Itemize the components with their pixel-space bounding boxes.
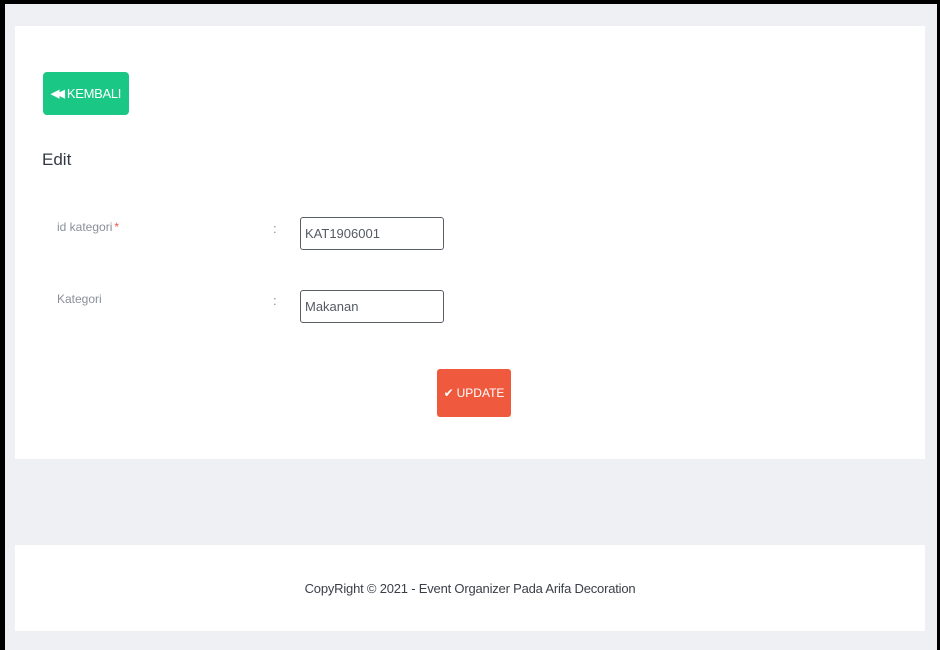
kategori-label-text: Kategori <box>57 292 102 306</box>
field-separator: : <box>273 293 277 308</box>
update-button-label: UPDATE <box>456 386 505 400</box>
required-marker: * <box>114 220 120 234</box>
checkmark-icon: ✔ <box>443 386 454 400</box>
update-button[interactable]: ✔ UPDATE <box>437 369 511 417</box>
double-chevron-left-icon: ◀◀ <box>50 88 65 100</box>
kategori-label: Kategori <box>57 292 102 306</box>
kategori-input[interactable] <box>300 290 444 323</box>
page-title: Edit <box>42 150 72 169</box>
id-kategori-input[interactable] <box>300 217 444 250</box>
id-kategori-label-text: id kategori <box>57 220 113 234</box>
edit-card: ◀◀ KEMBALI Edit id kategori* : Kategori … <box>15 26 925 459</box>
field-separator: : <box>273 221 277 236</box>
back-button[interactable]: ◀◀ KEMBALI <box>43 72 129 115</box>
back-button-label: KEMBALI <box>66 86 122 101</box>
app-frame: ◀◀ KEMBALI Edit id kategori* : Kategori … <box>0 0 940 650</box>
footer: CopyRight © 2021 - Event Organizer Pada … <box>15 545 925 631</box>
copyright-text: CopyRight © 2021 - Event Organizer Pada … <box>304 580 636 596</box>
id-kategori-label: id kategori * <box>57 220 119 234</box>
